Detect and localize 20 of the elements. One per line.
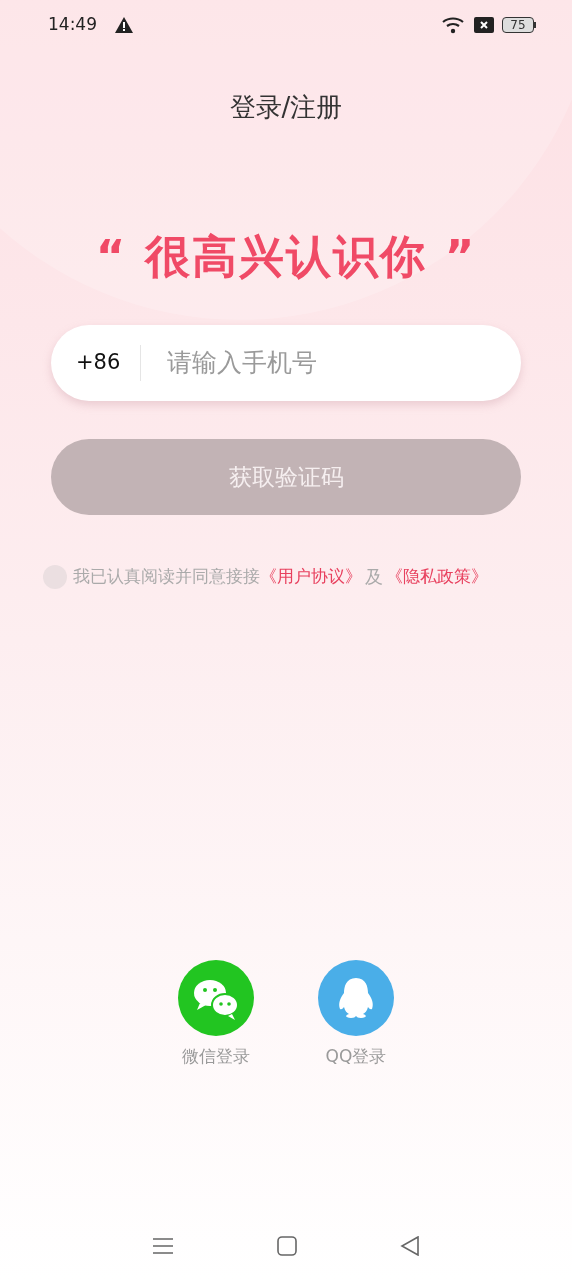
- status-time: 14:49: [48, 13, 97, 37]
- slogan: “ 很高兴认识你 ”: [95, 229, 477, 285]
- chat-bubbles-icon[interactable]: [178, 960, 254, 1036]
- warning-icon: [115, 17, 133, 33]
- menu-icon[interactable]: [151, 1236, 174, 1256]
- sim-card-icon: [474, 17, 494, 33]
- social-login-label: 微信登录: [182, 1045, 250, 1068]
- battery-indicator: 75: [502, 17, 536, 33]
- country-code[interactable]: +86: [76, 347, 140, 379]
- policy-link[interactable]: 《隐私政策》: [386, 563, 488, 590]
- page-title: 登录/注册: [229, 91, 343, 124]
- policy-link[interactable]: 《用户协议》: [260, 563, 362, 590]
- agreement-text: 及: [365, 565, 383, 589]
- agreement-text: 我已认真阅读并同意接接: [73, 564, 260, 588]
- phone-input-field[interactable]: +86 请输入手机号: [51, 325, 521, 401]
- back-triangle-icon[interactable]: [400, 1236, 421, 1256]
- penguin-icon[interactable]: [318, 960, 394, 1036]
- social-login-label: QQ登录: [325, 1045, 387, 1068]
- home-square-icon[interactable]: [277, 1236, 297, 1256]
- wifi-icon: [442, 16, 466, 34]
